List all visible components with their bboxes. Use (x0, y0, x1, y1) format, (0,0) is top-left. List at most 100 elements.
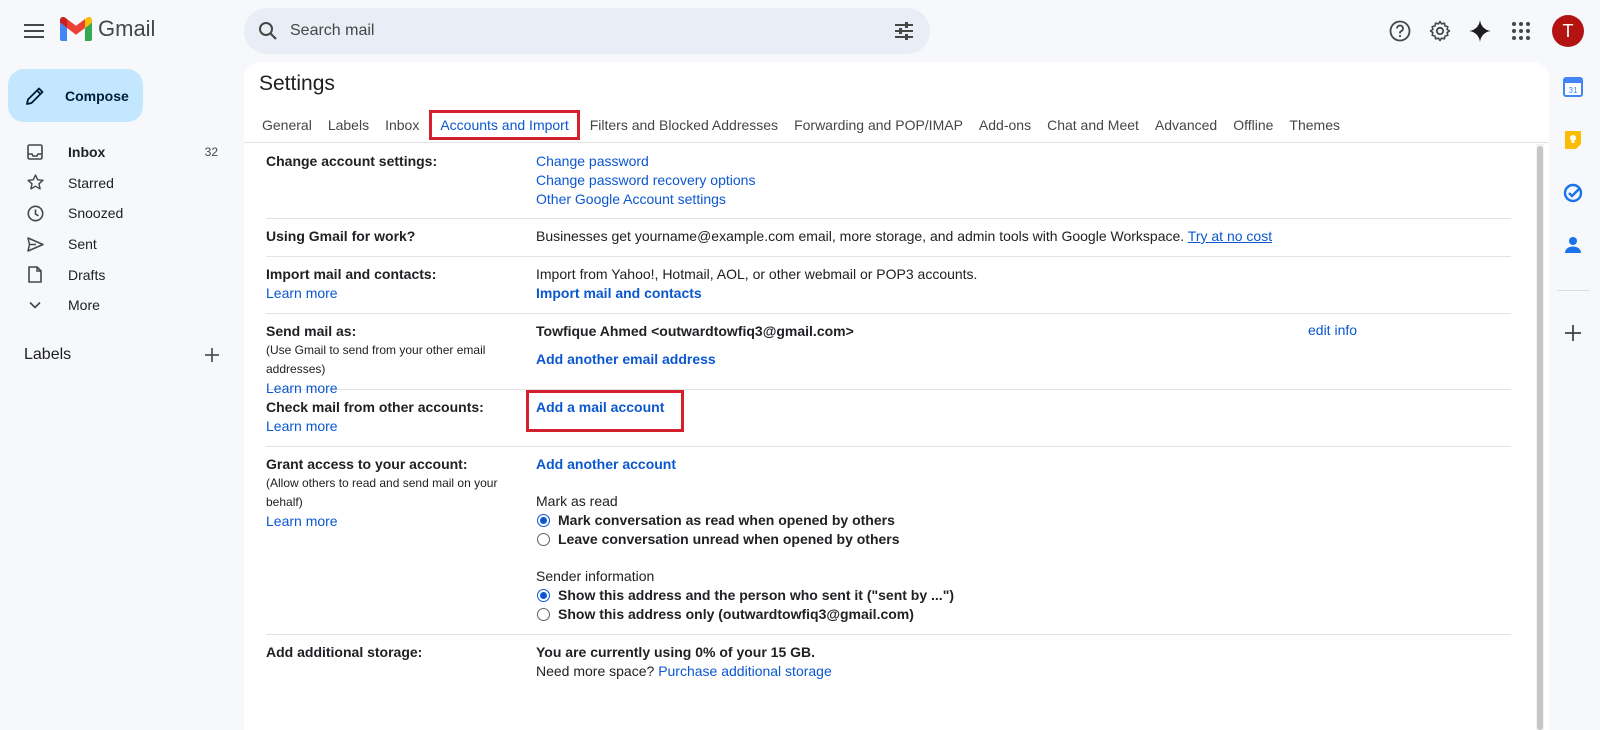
top-bar: Gmail T (0, 0, 1600, 62)
google-apps-icon[interactable] (1505, 15, 1537, 47)
storage-usage-text: You are currently using 0% of your 15 GB… (536, 644, 816, 660)
sidebar-nav: Inbox 32 Starred Snoozed Sent Drafts Mor… (0, 137, 232, 321)
pencil-icon (25, 85, 47, 107)
main-menu-button[interactable] (16, 13, 52, 49)
star-icon (26, 174, 44, 192)
radio-selected[interactable] (537, 514, 550, 527)
hamburger-menu-icon (24, 24, 44, 38)
sidebar-item-drafts[interactable]: Drafts (0, 259, 232, 290)
tab-accounts-and-import[interactable]: Accounts and Import (429, 110, 580, 140)
scrollbar-thumb[interactable] (1537, 146, 1543, 730)
page-title: Settings (259, 72, 335, 95)
learn-more-link[interactable]: Learn more (266, 417, 536, 436)
sidebar-item-starred[interactable]: Starred (0, 168, 232, 199)
keep-notes-icon[interactable] (1560, 127, 1586, 153)
row-label: Check mail from other accounts: (266, 399, 484, 415)
sidebar-item-label: More (68, 297, 100, 314)
workspace-promo-text: Businesses get yourname@example.com emai… (536, 228, 1185, 244)
radio-selected[interactable] (537, 589, 550, 602)
send-icon (26, 235, 44, 253)
svg-text:31: 31 (1569, 86, 1578, 95)
compose-button[interactable]: Compose (8, 69, 143, 122)
draft-file-icon (26, 266, 44, 284)
add-another-account-link[interactable]: Add another account (536, 455, 1436, 474)
tasks-icon[interactable] (1560, 180, 1586, 206)
mark-read-option[interactable]: Mark conversation as read when opened by… (536, 511, 1436, 530)
row-check-mail: Check mail from other accounts: Learn mo… (266, 390, 1511, 447)
tab-themes[interactable]: Themes (1281, 117, 1348, 133)
sidebar-item-label: Inbox (68, 144, 106, 161)
tab-forwarding-and-pop-imap[interactable]: Forwarding and POP/IMAP (786, 117, 971, 133)
search-icon[interactable] (256, 19, 280, 43)
purchase-storage-link[interactable]: Purchase additional storage (658, 663, 832, 679)
edit-info-link[interactable]: edit info (1308, 322, 1357, 338)
radio-unselected[interactable] (537, 533, 550, 546)
search-bar (244, 8, 930, 54)
sender-information-heading: Sender information (536, 568, 655, 584)
more-space-text: Need more space? (536, 663, 655, 679)
row-gmail-for-work: Using Gmail for work? Businesses get you… (266, 219, 1511, 257)
sidebar-item-snoozed[interactable]: Snoozed (0, 198, 232, 229)
search-options-icon[interactable] (892, 19, 916, 43)
chevron-down-icon (26, 296, 44, 314)
learn-more-link[interactable]: Learn more (266, 284, 536, 303)
calendar-icon[interactable]: 31 (1560, 74, 1586, 100)
try-at-no-cost-link[interactable]: Try at no cost (1188, 228, 1272, 244)
inbox-icon (26, 143, 44, 161)
row-change-account-settings: Change account settings: Change password… (266, 144, 1511, 219)
radio-unselected[interactable] (537, 608, 550, 621)
row-label: Change account settings: (266, 153, 438, 169)
tab-general[interactable]: General (254, 117, 320, 133)
add-another-email-address-link[interactable]: Add another email address (536, 350, 1436, 369)
clock-icon (26, 204, 44, 222)
contacts-icon[interactable] (1560, 232, 1586, 258)
side-panel-divider (1557, 290, 1589, 291)
gmail-wordmark: Gmail (98, 16, 156, 41)
learn-more-link[interactable]: Learn more (266, 512, 536, 531)
tab-chat-and-meet[interactable]: Chat and Meet (1039, 117, 1147, 133)
change-password-link[interactable]: Change password (536, 152, 1436, 171)
sidebar-item-more[interactable]: More (0, 290, 232, 321)
change-password-recovery-link[interactable]: Change password recovery options (536, 171, 1436, 190)
settings-tabs: General Labels Inbox Accounts and Import… (254, 110, 1348, 140)
send-as-address: Towfique Ahmed <outwardtowfiq3@gmail.com… (536, 323, 854, 339)
tab-advanced[interactable]: Advanced (1147, 117, 1225, 133)
show-address-and-sender-option[interactable]: Show this address and the person who sen… (536, 586, 1436, 605)
settings-rows: Change account settings: Change password… (266, 144, 1511, 695)
get-add-ons-plus-icon[interactable] (1560, 320, 1586, 346)
row-send-mail-as: Send mail as: (Use Gmail to send from yo… (266, 314, 1511, 396)
row-grant-access: Grant access to your account: (Allow oth… (266, 447, 1511, 635)
row-sublabel: (Allow others to read and send mail on y… (266, 476, 498, 509)
tab-add-ons[interactable]: Add-ons (971, 117, 1039, 133)
tab-filters-and-blocked-addresses[interactable]: Filters and Blocked Addresses (582, 117, 786, 133)
sidebar-item-label: Sent (68, 236, 97, 253)
gmail-logo[interactable]: Gmail (60, 16, 155, 42)
tab-labels[interactable]: Labels (320, 117, 377, 133)
import-mail-and-contacts-link[interactable]: Import mail and contacts (536, 284, 1436, 303)
tabs-divider (244, 142, 1549, 143)
settings-panel: Settings General Labels Inbox Accounts a… (244, 62, 1549, 730)
gmail-m-icon (60, 17, 92, 41)
sidebar-item-inbox[interactable]: Inbox 32 (0, 137, 232, 168)
row-import-mail: Import mail and contacts: Learn more Imp… (266, 257, 1511, 314)
row-label: Import mail and contacts: (266, 266, 437, 282)
import-description: Import from Yahoo!, Hotmail, AOL, or oth… (536, 266, 978, 282)
other-google-account-settings-link[interactable]: Other Google Account settings (536, 190, 1436, 209)
search-input[interactable] (290, 22, 870, 40)
help-icon[interactable] (1384, 15, 1416, 47)
row-additional-storage: Add additional storage: You are currentl… (266, 635, 1511, 695)
highlight-box (526, 390, 684, 432)
gemini-sparkle-icon[interactable] (1464, 15, 1496, 47)
show-address-only-option[interactable]: Show this address only (outwardtowfiq3@g… (536, 605, 1436, 624)
leave-unread-option[interactable]: Leave conversation unread when opened by… (536, 530, 1436, 549)
account-avatar[interactable]: T (1552, 15, 1584, 47)
row-label: Send mail as: (266, 323, 357, 339)
row-label: Add additional storage: (266, 644, 423, 660)
tab-inbox[interactable]: Inbox (377, 117, 427, 133)
mark-as-read-heading: Mark as read (536, 493, 618, 509)
unread-count: 32 (204, 145, 218, 160)
tab-offline[interactable]: Offline (1225, 117, 1281, 133)
settings-gear-icon[interactable] (1424, 15, 1456, 47)
create-label-plus-icon[interactable] (203, 346, 221, 364)
sidebar-item-sent[interactable]: Sent (0, 229, 232, 260)
